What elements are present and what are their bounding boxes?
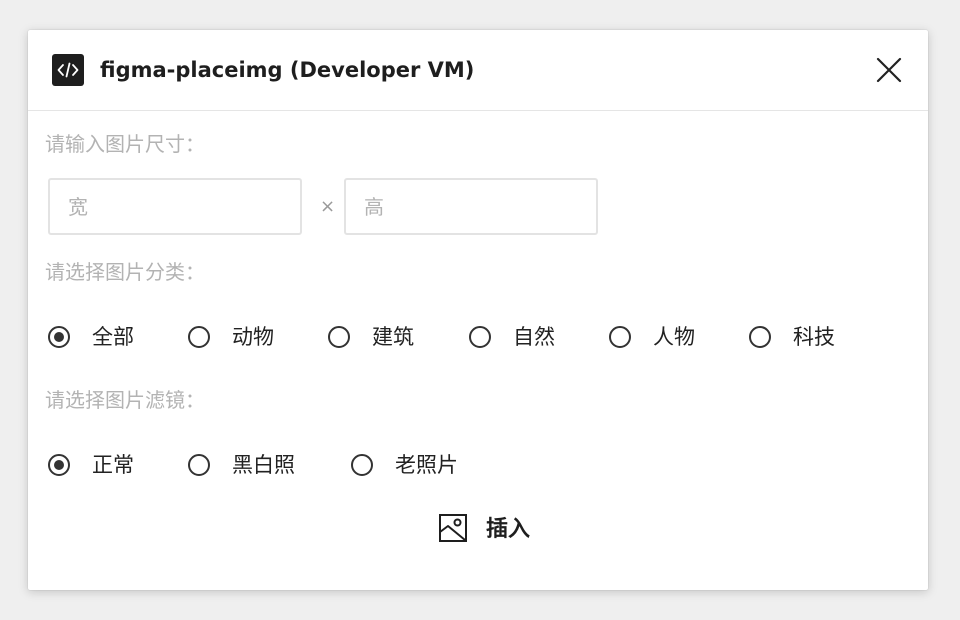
radio-label: 人物 (653, 325, 695, 349)
radio-button[interactable] (469, 326, 491, 348)
insert-button[interactable]: 插入 (438, 512, 530, 548)
radio-label: 正常 (92, 453, 134, 477)
size-separator: × (320, 196, 336, 217)
radio-button[interactable] (188, 326, 210, 348)
radio-filter-normal[interactable]: 正常 (48, 452, 134, 478)
filter-label: 请选择图片滤镜： (45, 388, 205, 412)
radio-label: 老照片 (395, 453, 458, 477)
size-label: 请输入图片尺寸： (45, 132, 205, 156)
dialog-title: figma-placeimg (Developer VM) (100, 58, 475, 82)
insert-label: 插入 (486, 517, 531, 542)
radio-button[interactable] (328, 326, 350, 348)
radio-filter-grayscale[interactable]: 黑白照 (188, 452, 295, 478)
category-label: 请选择图片分类： (45, 260, 205, 284)
radio-button[interactable] (609, 326, 631, 348)
image-icon (438, 513, 468, 547)
width-input[interactable] (48, 178, 302, 235)
radio-button[interactable] (351, 454, 373, 476)
radio-button[interactable] (749, 326, 771, 348)
radio-label: 全部 (92, 325, 134, 349)
radio-button[interactable] (188, 454, 210, 476)
radio-category-architecture[interactable]: 建筑 (328, 324, 414, 350)
plugin-dialog: figma-placeimg (Developer VM) 请输入图片尺寸： ×… (28, 30, 928, 590)
dialog-titlebar: figma-placeimg (Developer VM) (28, 30, 928, 111)
radio-button-checked[interactable] (48, 454, 70, 476)
radio-button-checked[interactable] (48, 326, 70, 348)
code-icon (52, 54, 84, 86)
radio-label: 自然 (513, 325, 555, 349)
radio-label: 动物 (232, 325, 274, 349)
radio-category-nature[interactable]: 自然 (469, 324, 555, 350)
radio-label: 建筑 (372, 325, 414, 349)
radio-category-tech[interactable]: 科技 (749, 324, 835, 350)
close-icon[interactable] (876, 57, 902, 83)
radio-category-people[interactable]: 人物 (609, 324, 695, 350)
height-input[interactable] (344, 178, 598, 235)
radio-category-all[interactable]: 全部 (48, 324, 134, 350)
radio-filter-sepia[interactable]: 老照片 (351, 452, 458, 478)
radio-label: 科技 (793, 325, 835, 349)
radio-category-animals[interactable]: 动物 (188, 324, 274, 350)
radio-label: 黑白照 (232, 453, 295, 477)
